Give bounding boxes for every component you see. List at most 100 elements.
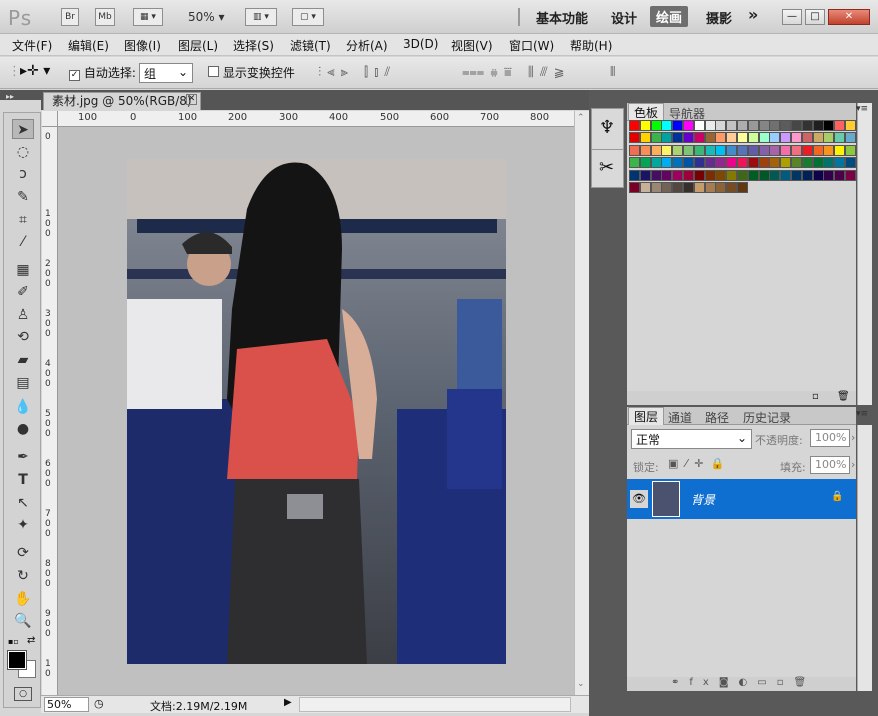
zoom-level-select[interactable]: 50% ▾ bbox=[188, 10, 225, 24]
color-swatch[interactable] bbox=[661, 132, 673, 144]
color-swatch[interactable] bbox=[823, 169, 835, 181]
canvas-area[interactable] bbox=[58, 127, 574, 695]
color-swatch[interactable] bbox=[726, 169, 738, 181]
workspace-photography[interactable]: 摄影 bbox=[706, 8, 732, 27]
menu-analysis[interactable]: 分析(A) bbox=[346, 37, 388, 54]
menu-file[interactable]: 文件(F) bbox=[12, 37, 52, 54]
trash-icon[interactable]: 🗑 bbox=[837, 391, 850, 402]
panel-menu-icon[interactable]: ▾≡ bbox=[856, 104, 868, 114]
workspace-painting[interactable]: 绘画 bbox=[650, 6, 689, 27]
maximize-button[interactable]: □ bbox=[805, 9, 825, 25]
color-swatch[interactable] bbox=[823, 120, 835, 131]
swatch-grid[interactable] bbox=[627, 120, 856, 205]
layer-actions-icons[interactable]: ⚭fx◙◐▭▫🗑 bbox=[671, 677, 816, 688]
color-swatch[interactable] bbox=[801, 157, 813, 169]
3d-orbit-tool-icon[interactable]: ↻ bbox=[12, 566, 34, 586]
color-swatch[interactable] bbox=[791, 144, 802, 156]
path-select-tool-icon[interactable]: ↖ bbox=[12, 493, 34, 513]
color-swatch[interactable] bbox=[747, 132, 759, 144]
color-swatch[interactable] bbox=[758, 120, 770, 131]
menu-3d[interactable]: 3D(D) bbox=[403, 37, 438, 51]
lasso-tool-icon[interactable]: ↄ bbox=[12, 164, 34, 184]
color-swatch[interactable] bbox=[672, 182, 684, 193]
color-swatch[interactable] bbox=[704, 169, 716, 181]
eraser-tool-icon[interactable]: ▰ bbox=[12, 350, 34, 370]
color-swatch[interactable] bbox=[683, 169, 694, 181]
color-swatch[interactable] bbox=[737, 132, 748, 144]
quick-select-tool-icon[interactable]: ✎ bbox=[12, 187, 34, 207]
tab-history[interactable]: 历史记录 bbox=[743, 409, 791, 426]
color-swatch[interactable] bbox=[758, 169, 770, 181]
color-swatch[interactable] bbox=[629, 182, 640, 193]
show-transform-checkbox[interactable]: 显示变换控件 bbox=[208, 64, 295, 81]
shape-tool-icon[interactable]: ✦ bbox=[12, 515, 34, 535]
menu-edit[interactable]: 编辑(E) bbox=[68, 37, 109, 54]
fill-slider-arrow-icon[interactable]: › bbox=[851, 458, 855, 471]
color-swatch[interactable] bbox=[812, 144, 824, 156]
color-swatch[interactable] bbox=[845, 169, 856, 181]
color-swatch[interactable] bbox=[639, 182, 651, 193]
color-swatch[interactable] bbox=[845, 120, 856, 131]
color-swatch[interactable] bbox=[683, 182, 694, 193]
color-swatch[interactable] bbox=[791, 169, 802, 181]
status-info-icon[interactable]: ◷ bbox=[94, 697, 104, 710]
color-swatch[interactable] bbox=[693, 169, 705, 181]
screen-mode-button[interactable]: ▢ ▾ bbox=[292, 8, 324, 26]
mini-bridge-button[interactable]: Mb bbox=[95, 8, 115, 26]
swatches-scrollbar[interactable] bbox=[857, 103, 872, 405]
healing-brush-tool-icon[interactable]: ▦ bbox=[12, 260, 34, 280]
tool-preset-picker[interactable]: ▸✛ ▾ bbox=[20, 63, 50, 79]
layer-row-background[interactable]: 👁 背景 🔒 bbox=[627, 479, 856, 519]
auto-align-layers-icon[interactable]: ⫴ bbox=[610, 65, 615, 80]
lock-icons[interactable]: ▣⁄✛🔒 bbox=[668, 457, 731, 470]
color-swatch[interactable] bbox=[639, 120, 651, 131]
menu-window[interactable]: 窗口(W) bbox=[509, 37, 554, 54]
color-swatch[interactable] bbox=[737, 120, 748, 131]
color-swatch[interactable] bbox=[693, 144, 705, 156]
color-swatch[interactable] bbox=[769, 169, 781, 181]
tool-presets-icon[interactable]: ✂ bbox=[599, 157, 614, 178]
eyedropper-tool-icon[interactable]: ⁄ bbox=[12, 232, 34, 252]
color-swatch[interactable] bbox=[704, 132, 716, 144]
tab-swatches[interactable]: 色板 bbox=[628, 103, 665, 121]
color-swatch[interactable] bbox=[704, 120, 716, 131]
arrange-documents-button[interactable]: ▥ ▾ bbox=[245, 8, 277, 26]
color-swatch[interactable] bbox=[704, 157, 716, 169]
menu-select[interactable]: 选择(S) bbox=[233, 37, 274, 54]
color-swatch[interactable] bbox=[801, 132, 813, 144]
color-swatch[interactable] bbox=[726, 144, 738, 156]
color-swatch[interactable] bbox=[758, 157, 770, 169]
layers-scrollbar[interactable] bbox=[857, 425, 872, 691]
color-swatch[interactable] bbox=[693, 120, 705, 131]
blur-tool-icon[interactable]: 💧 bbox=[12, 397, 34, 417]
color-swatch[interactable] bbox=[812, 169, 824, 181]
color-swatch[interactable] bbox=[845, 132, 856, 144]
color-swatch[interactable] bbox=[791, 157, 802, 169]
color-swatch[interactable] bbox=[693, 132, 705, 144]
color-swatch[interactable] bbox=[683, 120, 694, 131]
clone-stamp-tool-icon[interactable]: ♙ bbox=[12, 305, 34, 325]
color-swatch[interactable] bbox=[780, 157, 792, 169]
hand-tool-icon[interactable]: ✋ bbox=[12, 589, 34, 609]
tab-channels[interactable]: 通道 bbox=[668, 409, 692, 426]
color-swatch[interactable] bbox=[758, 144, 770, 156]
color-swatch[interactable] bbox=[801, 144, 813, 156]
menu-help[interactable]: 帮助(H) bbox=[570, 37, 612, 54]
foreground-color-swatch[interactable] bbox=[7, 650, 27, 670]
fill-input[interactable]: 100% bbox=[810, 456, 850, 474]
color-swatch[interactable] bbox=[791, 132, 802, 144]
color-swatch[interactable] bbox=[672, 120, 684, 131]
color-swatch[interactable] bbox=[769, 132, 781, 144]
color-swatch[interactable] bbox=[650, 120, 662, 131]
color-swatch[interactable] bbox=[715, 157, 727, 169]
color-swatch[interactable] bbox=[747, 169, 759, 181]
gradient-tool-icon[interactable]: ▤ bbox=[12, 373, 34, 393]
color-swatch[interactable] bbox=[726, 182, 738, 193]
color-swatch[interactable] bbox=[639, 157, 651, 169]
3d-rotate-tool-icon[interactable]: ⟳ bbox=[12, 543, 34, 563]
status-menu-arrow-icon[interactable]: ▶ bbox=[284, 697, 292, 708]
color-swatch[interactable] bbox=[683, 157, 694, 169]
tab-paths[interactable]: 路径 bbox=[705, 409, 729, 426]
color-swatch[interactable] bbox=[834, 169, 846, 181]
color-swatch[interactable] bbox=[672, 169, 684, 181]
